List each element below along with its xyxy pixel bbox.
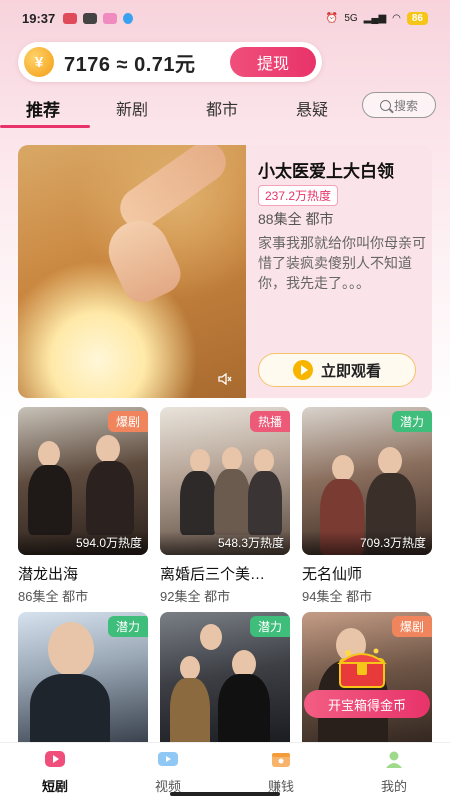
qq-icon [123,12,134,24]
drama-poster[interactable]: 潜力 [18,612,148,752]
drama-meta: 86集全 都市 [18,589,89,604]
featured-meta: 88集全 都市 [258,211,334,227]
poster-figure [248,471,282,535]
status-system-icons: ⏰ 5G ▂▄▆ ◠ 86 [325,11,428,25]
poster-figure [96,435,120,463]
drama-meta: 94集全 都市 [302,589,373,604]
withdraw-button[interactable]: 提现 [230,47,316,77]
nav-item-drama[interactable]: 短剧 [25,749,85,795]
featured-description: 家事我那就给你叫你母亲可惜了装疯卖傻别人不知道你，我先走了。。。 [258,235,426,291]
drama-poster[interactable]: 潜力 [160,612,290,752]
drama-title[interactable]: 无名仙师 [302,563,432,584]
poster-figure [170,678,210,752]
poster-figure [86,461,134,535]
drama-badge: 潜力 [391,411,432,432]
drama-badge: 热播 [249,411,290,432]
drama-poster[interactable]: 爆剧 594.0万热度 [18,407,148,555]
poster-figure [254,449,274,473]
poster-figure [30,674,110,752]
tab-recommend[interactable]: 推荐 [26,96,60,121]
poster-figure [190,449,210,473]
search-placeholder: 搜索 [393,98,418,113]
poster-figure [332,455,354,481]
app-notification-icon [83,12,98,24]
video-icon [158,752,178,766]
network-label: 5G [344,12,358,24]
app-notification-icon [103,12,118,24]
drama-icon [45,751,65,767]
signal-icon: ▂▄▆ [363,12,387,24]
drama-badge: 潜力 [107,616,148,637]
search-input[interactable]: 搜索 [362,92,436,118]
status-notification-icons [63,12,134,24]
poster-figure [28,465,72,535]
poster-figure [180,656,200,680]
alarm-icon: ⏰ [325,12,339,24]
open-treasure-button[interactable]: 开宝箱得金币 [304,690,430,718]
poster-figure [180,471,216,535]
tab-new[interactable]: 新剧 [116,96,148,120]
poster-figure [38,441,60,467]
nav-label: 短剧 [41,779,68,794]
status-time: 19:37 [22,10,56,26]
drama-heat: 548.3万热度 [217,536,284,550]
drama-title[interactable]: 潜龙出海 [18,563,148,584]
drama-title[interactable]: 离婚后三个美… [160,563,290,584]
drama-card[interactable]: 爆剧 594.0万热度 潜龙出海 86集全 都市 [18,407,148,605]
wallet-icon [272,753,290,767]
poster-figure [378,447,402,475]
nav-item-video[interactable]: 视频 [138,749,198,795]
drama-heat: 709.3万热度 [359,536,426,550]
play-icon [292,360,313,380]
category-tabs: 推荐 新剧 都市 悬疑 搜索 [0,92,450,132]
nav-item-earn[interactable]: 赚钱 [251,749,311,795]
coin-balance-bar[interactable]: ¥ 7176 ≈ 0.71元 提现 [18,42,322,82]
nav-label: 我的 [380,779,407,794]
drama-badge: 爆剧 [391,616,432,637]
status-bar: 19:37 ⏰ 5G ▂▄▆ ◠ 86 [0,0,450,36]
tab-city[interactable]: 都市 [206,96,238,120]
featured-drama-card[interactable]: 小太医爱上大白领 237.2万热度 88集全 都市 家事我那就给你叫你母亲可惜了… [18,145,432,398]
home-indicator[interactable] [170,792,280,796]
drama-card[interactable]: 潜力 [160,612,290,752]
poster-figure [98,211,188,309]
tab-suspense[interactable]: 悬疑 [296,96,328,120]
watch-now-label: 立即观看 [320,362,381,380]
drama-badge: 潜力 [249,616,290,637]
drama-heat: 594.0万热度 [75,536,142,550]
drama-card[interactable]: 潜力 709.3万热度 无名仙师 94集全 都市 [302,407,432,605]
nav-item-profile[interactable]: 我的 [364,749,424,795]
drama-poster[interactable]: 潜力 709.3万热度 [302,407,432,555]
profile-icon [386,751,402,768]
battery-icon: 86 [406,11,428,25]
drama-card[interactable]: 热播 548.3万热度 离婚后三个美… 92集全 都市 [160,407,290,605]
poster-figure [200,624,222,650]
featured-title[interactable]: 小太医爱上大白领 [258,157,394,182]
poster-figure [222,447,242,471]
drama-card[interactable]: 潜力 [18,612,148,752]
wifi-icon: ◠ [392,12,401,24]
app-notification-icon [63,12,78,24]
poster-figure [214,469,250,535]
featured-heat-badge: 237.2万热度 [258,185,339,206]
search-icon [379,99,391,111]
poster-figure [48,622,94,676]
drama-poster[interactable]: 热播 548.3万热度 [160,407,290,555]
coin-icon: ¥ [24,47,54,77]
active-tab-indicator [0,125,90,128]
mute-icon[interactable] [218,373,232,385]
poster-figure [218,674,270,752]
coin-balance: 7176 ≈ 0.71元 [64,53,196,76]
drama-badge: 爆剧 [107,411,148,432]
drama-meta: 92集全 都市 [160,589,231,604]
treasure-chest-icon[interactable] [336,645,388,689]
watch-now-button[interactable]: 立即观看 [258,353,416,387]
featured-poster[interactable] [18,145,246,398]
